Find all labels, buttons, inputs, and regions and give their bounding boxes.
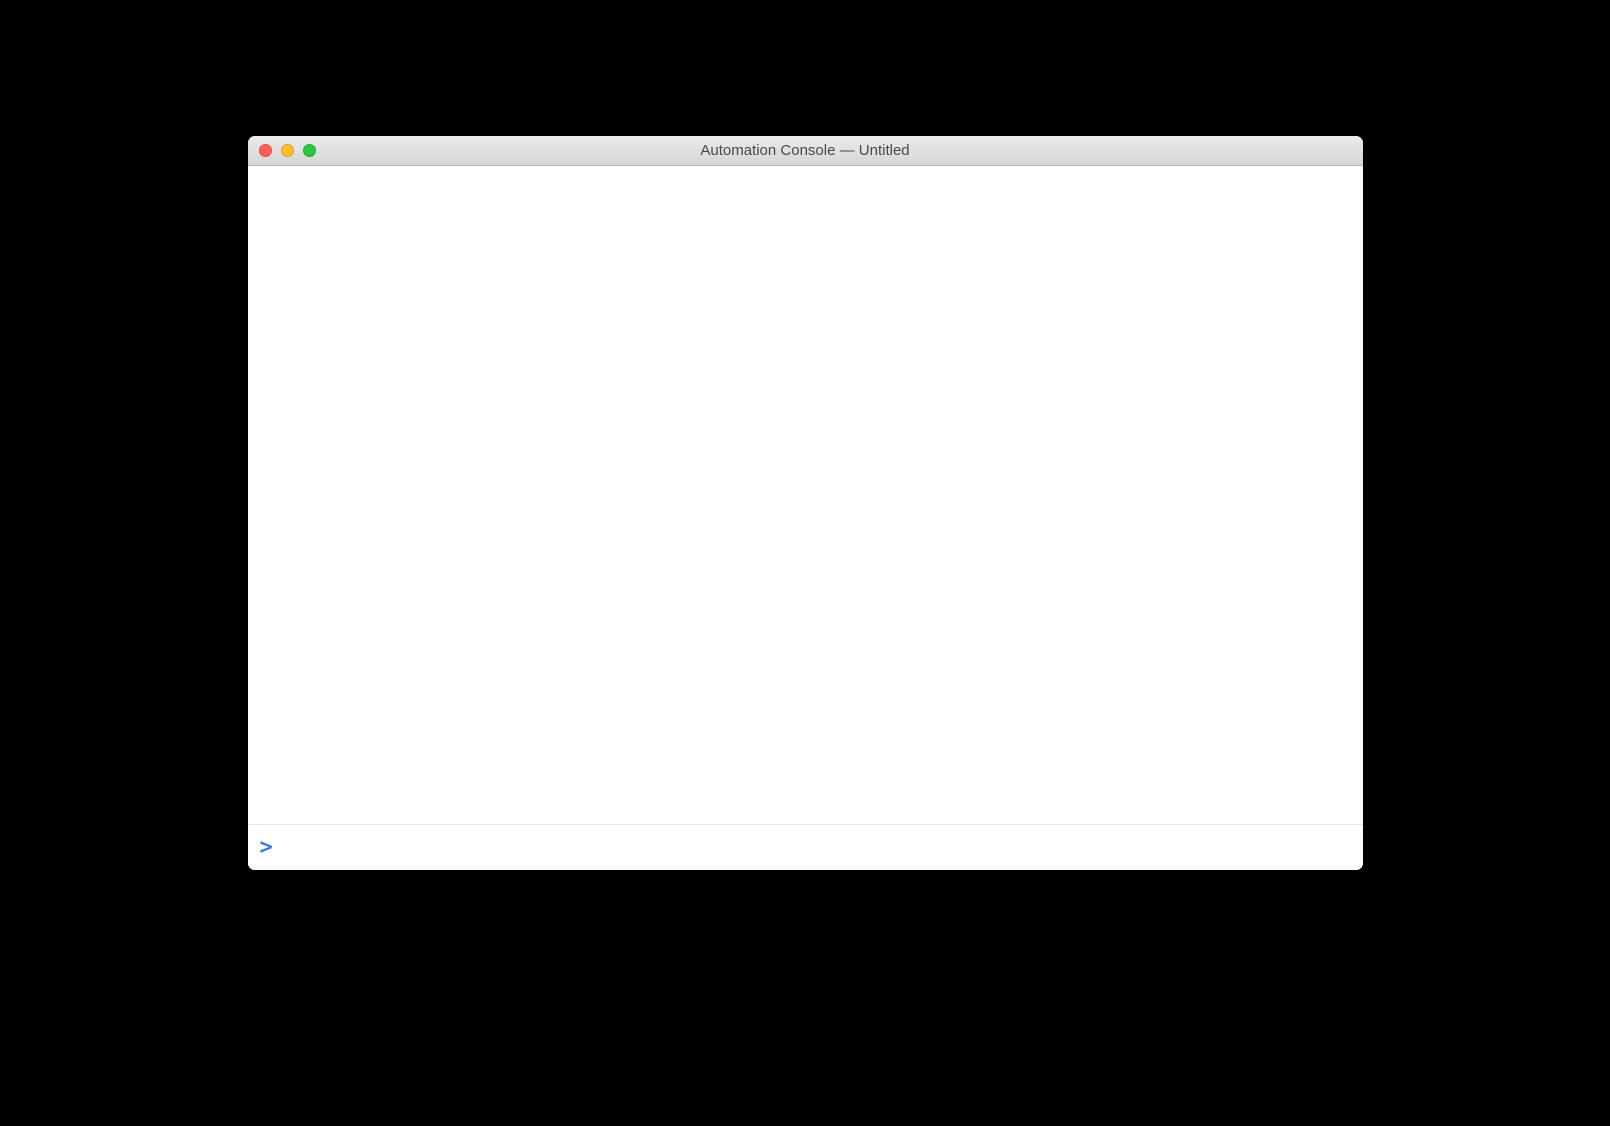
minimize-button[interactable] [281,144,294,157]
close-button[interactable] [259,144,272,157]
console-output-area[interactable] [248,166,1363,824]
application-window: Automation Console — Untitled > [248,136,1363,870]
window-title: Automation Console — Untitled [248,142,1363,159]
traffic-lights [248,144,316,157]
titlebar[interactable]: Automation Console — Untitled [248,136,1363,166]
console-input-bar: > [248,824,1363,870]
console-input[interactable] [283,825,1351,870]
zoom-button[interactable] [303,144,316,157]
prompt-icon: > [260,835,273,860]
